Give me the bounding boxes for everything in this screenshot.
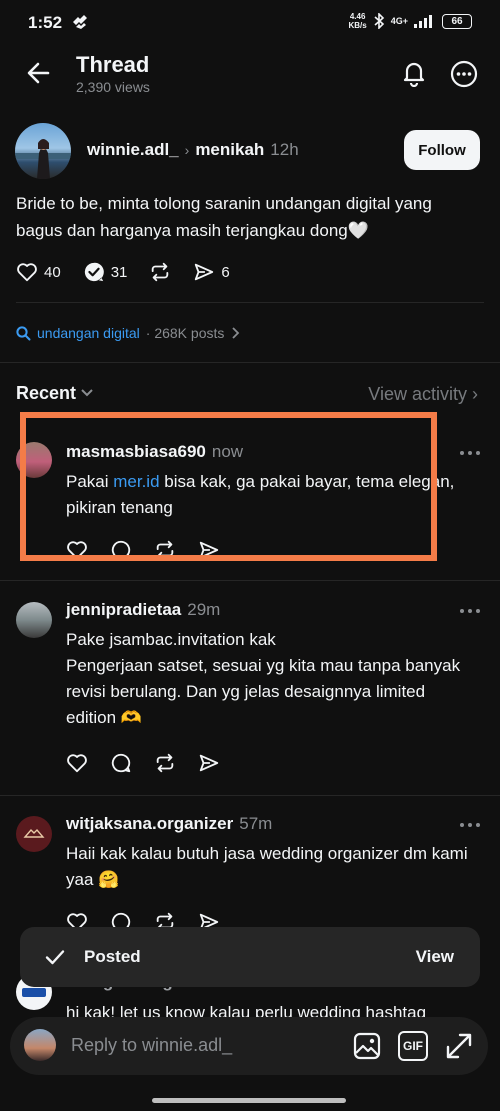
network-speed: 4.46 KB/s [349, 12, 367, 30]
chevron-right-icon [232, 327, 240, 339]
page-title: Thread [76, 52, 150, 77]
bluetooth-icon [374, 13, 384, 29]
repost-icon [152, 262, 169, 282]
reply-username[interactable]: jennipradietaa [66, 600, 181, 619]
avatar[interactable] [16, 816, 52, 852]
follow-button[interactable]: Follow [404, 130, 480, 170]
more-icon[interactable] [458, 448, 482, 458]
divider [16, 302, 484, 303]
speed-unit: KB/s [348, 21, 367, 30]
reply-text-line: Pake jsambac.invitation kak [66, 630, 276, 649]
topic-tag-label: undangan digital [37, 325, 140, 341]
sort-label[interactable]: Recent [16, 383, 76, 404]
avatar [24, 1029, 56, 1061]
signal-icon [414, 15, 432, 28]
view-count: 2,390 views [76, 79, 150, 95]
share-action[interactable]: 6 [193, 261, 230, 283]
reply-bubble-icon [84, 262, 104, 282]
reply-action[interactable]: 31 [83, 261, 128, 283]
post-time: 12h [270, 140, 299, 159]
post-text: Bride to be, minta tolong saranin undang… [16, 194, 432, 240]
repost-action[interactable] [154, 752, 176, 774]
status-right: 4.46 KB/s 4G+ 66 [349, 12, 472, 30]
heart-icon [67, 754, 87, 773]
avatar[interactable] [16, 602, 52, 638]
avatar-image [15, 139, 71, 179]
posted-toast: Posted View [20, 927, 480, 987]
like-action[interactable] [66, 752, 88, 774]
chevron-down-icon[interactable] [80, 387, 94, 399]
view-activity-link[interactable]: View activity › [368, 384, 478, 405]
expand-icon[interactable] [444, 1031, 474, 1061]
check-icon [45, 950, 65, 965]
battery-indicator: 66 [442, 13, 472, 29]
divider [0, 362, 500, 363]
gif-icon[interactable]: GIF [398, 1031, 428, 1061]
post-meta: winnie.adl_ › menikah 12h [87, 140, 299, 160]
share-count: 6 [221, 263, 230, 281]
status-time: 1:52 [28, 13, 63, 32]
highlight-annotation-box [20, 412, 437, 561]
speed-value: 4.46 [349, 12, 366, 21]
repost-icon [156, 753, 174, 773]
post-actions: 40 31 6 [16, 261, 252, 283]
replies-sort-bar: Recent View activity › [16, 383, 478, 407]
bell-icon[interactable] [400, 59, 428, 87]
divider [0, 580, 500, 581]
search-icon [16, 325, 31, 340]
reply-count: 31 [110, 263, 128, 281]
reply-text: Haii kak kalau butuh jasa wedding organi… [66, 844, 468, 889]
reply-username-line: jennipradietaa 29m [66, 600, 220, 620]
network-type: 4G+ [390, 16, 408, 26]
status-bar: 1:52 4.46 KB/s 4G+ 66 [0, 0, 500, 44]
toast-view-button[interactable]: View [416, 947, 454, 967]
more-icon[interactable] [450, 60, 478, 88]
topic-tag-row[interactable]: undangan digital · 268K posts [16, 325, 240, 341]
thread-header: Thread 2,390 views [0, 44, 500, 108]
image-icon[interactable] [352, 1031, 382, 1061]
more-icon[interactable] [458, 606, 482, 616]
reply-actions [66, 752, 242, 774]
send-icon [195, 263, 214, 281]
share-action[interactable] [198, 752, 220, 774]
reply-username[interactable]: witjaksana.organizer [66, 814, 233, 833]
toast-message: Posted [84, 947, 141, 966]
view-activity-label: View activity [368, 384, 467, 404]
more-icon[interactable] [458, 820, 482, 830]
back-arrow-icon[interactable] [26, 60, 52, 86]
reply-time: 29m [187, 600, 221, 619]
topic-post-count: · 268K posts [145, 325, 225, 341]
post-topic[interactable]: menikah [195, 140, 264, 160]
divider [0, 795, 500, 796]
like-action[interactable]: 40 [16, 261, 61, 283]
repost-action[interactable] [149, 261, 171, 283]
post-username[interactable]: winnie.adl_ [87, 140, 179, 160]
organizer-logo-icon [23, 828, 45, 838]
home-indicator[interactable] [152, 1098, 346, 1103]
reply-time: 57m [239, 814, 273, 833]
reply-username-line: witjaksana.organizer 57m [66, 814, 272, 834]
reply-action[interactable] [110, 752, 132, 774]
heart-icon [17, 263, 37, 282]
chevron-right-icon: › [184, 142, 190, 158]
app-notification-icon [73, 15, 87, 29]
comment-icon [111, 753, 131, 773]
like-count: 40 [44, 263, 61, 281]
send-icon [199, 754, 219, 772]
reply-input[interactable]: Reply to winnie.adl_ [71, 1035, 232, 1056]
reply-text-line: Pengerjaan satset, sesuai yg kita mau ta… [66, 656, 461, 727]
reply-composer[interactable]: Reply to winnie.adl_ GIF [10, 1017, 488, 1075]
reply-text: Pake jsambac.invitation kak Pengerjaan s… [66, 627, 476, 731]
avatar[interactable] [15, 123, 71, 179]
